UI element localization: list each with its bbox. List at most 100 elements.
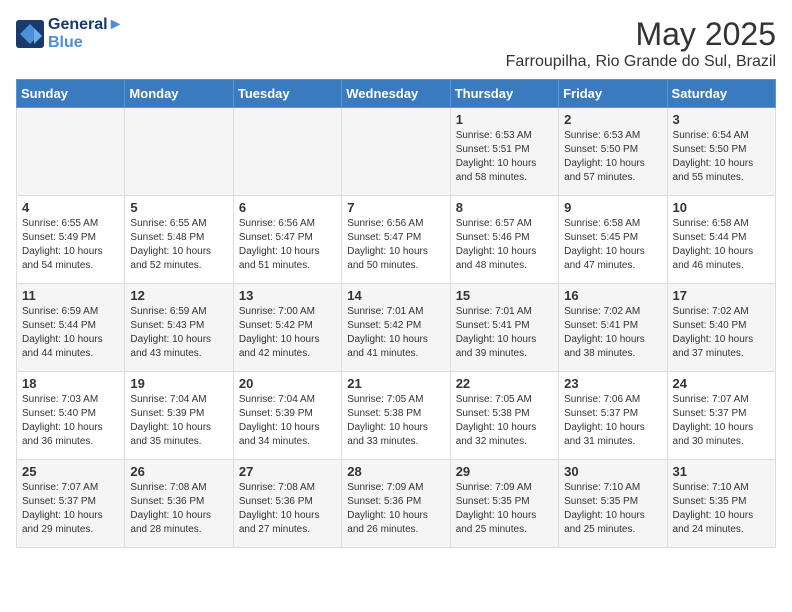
page-header: General► Blue May 2025 Farroupilha, Rio … [16, 16, 776, 71]
day-info: Sunrise: 6:59 AM Sunset: 5:43 PM Dayligh… [130, 305, 227, 361]
calendar-day-13: 13 Sunrise: 7:00 AM Sunset: 5:42 PM Dayli… [233, 284, 341, 372]
calendar-day-17: 17Sunrise: 7:02 AM Sunset: 5:40 PM Dayli… [667, 284, 775, 372]
day-number: 24 [673, 376, 770, 391]
day-info: Sunrise: 6:56 AM Sunset: 5:47 PM Dayligh… [347, 217, 444, 273]
day-info: Sunrise: 7:02 AM Sunset: 5:41 PM Dayligh… [564, 305, 661, 361]
day-number: 6 [239, 200, 336, 215]
calendar-day-19: 19Sunrise: 7:04 AM Sunset: 5:39 PM Dayli… [125, 372, 233, 460]
day-number: 3 [673, 112, 770, 127]
day-info: Sunrise: 7:10 AM Sunset: 5:35 PM Dayligh… [564, 481, 661, 537]
calendar-day-15: 15 Sunrise: 7:01 AM Sunset: 5:41 PM Dayli… [450, 284, 558, 372]
calendar-subtitle: Farroupilha, Rio Grande do Sul, Brazil [506, 53, 776, 71]
calendar-day-5: 5 Sunrise: 6:55 AM Sunset: 5:48 PM Daylig… [125, 196, 233, 284]
calendar-day-24: 24 Sunrise: 7:07 AM Sunset: 5:37 PM Dayli… [667, 372, 775, 460]
calendar-week-row: 18Sunrise: 7:03 AM Sunset: 5:40 PM Dayli… [17, 372, 776, 460]
day-info: Sunrise: 6:56 AM Sunset: 5:47 PM Dayligh… [239, 217, 336, 273]
calendar-week-row: 25 Sunrise: 7:07 AM Sunset: 5:37 PM Dayli… [17, 460, 776, 548]
calendar-day-11: 11 Sunrise: 6:59 AM Sunset: 5:44 PM Dayli… [17, 284, 125, 372]
day-info: Sunrise: 6:55 AM Sunset: 5:49 PM Dayligh… [22, 217, 119, 273]
day-info: Sunrise: 6:57 AM Sunset: 5:46 PM Dayligh… [456, 217, 553, 273]
logo-text: General► Blue [48, 16, 123, 52]
day-header-wednesday: Wednesday [342, 80, 450, 108]
calendar-day-7: 7 Sunrise: 6:56 AM Sunset: 5:47 PM Daylig… [342, 196, 450, 284]
calendar-day-12: 12 Sunrise: 6:59 AM Sunset: 5:43 PM Dayli… [125, 284, 233, 372]
calendar-day-23: 23 Sunrise: 7:06 AM Sunset: 5:37 PM Dayli… [559, 372, 667, 460]
calendar-title: May 2025 [506, 16, 776, 53]
calendar-week-row: 1 Sunrise: 6:53 AM Sunset: 5:51 PM Daylig… [17, 108, 776, 196]
day-header-thursday: Thursday [450, 80, 558, 108]
calendar-day-14: 14 Sunrise: 7:01 AM Sunset: 5:42 PM Dayli… [342, 284, 450, 372]
calendar-day-8: 8 Sunrise: 6:57 AM Sunset: 5:46 PM Daylig… [450, 196, 558, 284]
calendar-day-6: 6 Sunrise: 6:56 AM Sunset: 5:47 PM Daylig… [233, 196, 341, 284]
day-info: Sunrise: 7:07 AM Sunset: 5:37 PM Dayligh… [22, 481, 119, 537]
day-number: 25 [22, 464, 119, 479]
day-number: 20 [239, 376, 336, 391]
day-number: 5 [130, 200, 227, 215]
day-number: 2 [564, 112, 661, 127]
day-header-friday: Friday [559, 80, 667, 108]
day-number: 12 [130, 288, 227, 303]
day-number: 29 [456, 464, 553, 479]
day-number: 27 [239, 464, 336, 479]
day-number: 7 [347, 200, 444, 215]
day-number: 8 [456, 200, 553, 215]
logo-icon [16, 20, 44, 48]
logo: General► Blue [16, 16, 123, 52]
day-info: Sunrise: 6:55 AM Sunset: 5:48 PM Dayligh… [130, 217, 227, 273]
calendar-day-20: 20 Sunrise: 7:04 AM Sunset: 5:39 PM Dayli… [233, 372, 341, 460]
calendar-day-22: 22Sunrise: 7:05 AM Sunset: 5:38 PM Dayli… [450, 372, 558, 460]
day-number: 18 [22, 376, 119, 391]
day-info: Sunrise: 7:02 AM Sunset: 5:40 PM Dayligh… [673, 305, 770, 361]
day-info: Sunrise: 7:07 AM Sunset: 5:37 PM Dayligh… [673, 393, 770, 449]
day-info: Sunrise: 6:53 AM Sunset: 5:50 PM Dayligh… [564, 129, 661, 185]
calendar-empty-cell [233, 108, 341, 196]
calendar-day-10: 10Sunrise: 6:58 AM Sunset: 5:44 PM Dayli… [667, 196, 775, 284]
day-number: 28 [347, 464, 444, 479]
calendar-week-row: 11 Sunrise: 6:59 AM Sunset: 5:44 PM Dayli… [17, 284, 776, 372]
day-info: Sunrise: 7:04 AM Sunset: 5:39 PM Dayligh… [130, 393, 227, 449]
calendar-empty-cell [342, 108, 450, 196]
day-number: 16 [564, 288, 661, 303]
day-header-tuesday: Tuesday [233, 80, 341, 108]
day-number: 13 [239, 288, 336, 303]
day-info: Sunrise: 7:01 AM Sunset: 5:41 PM Dayligh… [456, 305, 553, 361]
day-info: Sunrise: 7:05 AM Sunset: 5:38 PM Dayligh… [456, 393, 553, 449]
day-number: 9 [564, 200, 661, 215]
calendar-day-9: 9 Sunrise: 6:58 AM Sunset: 5:45 PM Daylig… [559, 196, 667, 284]
calendar-empty-cell [17, 108, 125, 196]
day-info: Sunrise: 7:10 AM Sunset: 5:35 PM Dayligh… [673, 481, 770, 537]
calendar-day-18: 18Sunrise: 7:03 AM Sunset: 5:40 PM Dayli… [17, 372, 125, 460]
day-info: Sunrise: 7:01 AM Sunset: 5:42 PM Dayligh… [347, 305, 444, 361]
day-header-sunday: Sunday [17, 80, 125, 108]
day-number: 1 [456, 112, 553, 127]
day-number: 15 [456, 288, 553, 303]
day-info: Sunrise: 7:09 AM Sunset: 5:36 PM Dayligh… [347, 481, 444, 537]
calendar-header-row: SundayMondayTuesdayWednesdayThursdayFrid… [17, 80, 776, 108]
day-number: 31 [673, 464, 770, 479]
day-info: Sunrise: 6:53 AM Sunset: 5:51 PM Dayligh… [456, 129, 553, 185]
day-info: Sunrise: 7:00 AM Sunset: 5:42 PM Dayligh… [239, 305, 336, 361]
day-number: 14 [347, 288, 444, 303]
calendar-day-27: 27 Sunrise: 7:08 AM Sunset: 5:36 PM Dayli… [233, 460, 341, 548]
calendar-day-3: 3 Sunrise: 6:54 AM Sunset: 5:50 PM Daylig… [667, 108, 775, 196]
calendar-day-21: 21Sunrise: 7:05 AM Sunset: 5:38 PM Dayli… [342, 372, 450, 460]
day-number: 30 [564, 464, 661, 479]
calendar-empty-cell [125, 108, 233, 196]
day-number: 11 [22, 288, 119, 303]
calendar-day-16: 16 Sunrise: 7:02 AM Sunset: 5:41 PM Dayli… [559, 284, 667, 372]
day-number: 10 [673, 200, 770, 215]
calendar-day-28: 28 Sunrise: 7:09 AM Sunset: 5:36 PM Dayli… [342, 460, 450, 548]
day-info: Sunrise: 7:08 AM Sunset: 5:36 PM Dayligh… [239, 481, 336, 537]
day-info: Sunrise: 7:06 AM Sunset: 5:37 PM Dayligh… [564, 393, 661, 449]
day-number: 21 [347, 376, 444, 391]
calendar-day-31: 31 Sunrise: 7:10 AM Sunset: 5:35 PM Dayli… [667, 460, 775, 548]
day-header-monday: Monday [125, 80, 233, 108]
day-info: Sunrise: 6:54 AM Sunset: 5:50 PM Dayligh… [673, 129, 770, 185]
day-info: Sunrise: 6:58 AM Sunset: 5:45 PM Dayligh… [564, 217, 661, 273]
day-info: Sunrise: 6:59 AM Sunset: 5:44 PM Dayligh… [22, 305, 119, 361]
day-number: 23 [564, 376, 661, 391]
calendar-day-4: 4Sunrise: 6:55 AM Sunset: 5:49 PM Daylig… [17, 196, 125, 284]
day-info: Sunrise: 7:04 AM Sunset: 5:39 PM Dayligh… [239, 393, 336, 449]
day-info: Sunrise: 7:09 AM Sunset: 5:35 PM Dayligh… [456, 481, 553, 537]
calendar-day-29: 29 Sunrise: 7:09 AM Sunset: 5:35 PM Dayli… [450, 460, 558, 548]
